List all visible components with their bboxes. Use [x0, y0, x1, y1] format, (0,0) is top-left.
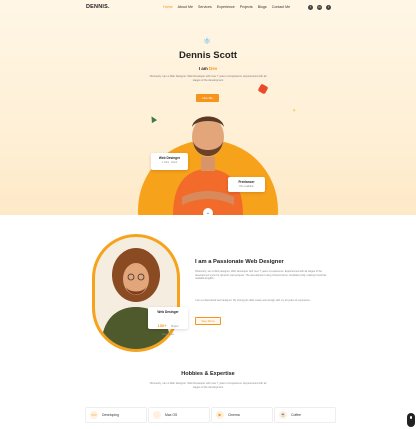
navbar: DENNIS. Home About Me Services Experienc… [0, 4, 416, 14]
about-paragraph: I am a professional web designer. My str… [195, 299, 311, 302]
film-icon: ▶ [216, 411, 224, 419]
web-designer-card: Web Desinger 1 Jobs · Client [151, 153, 188, 170]
project-unit: Project [171, 325, 179, 328]
hero-section: DENNIS. Home About Me Services Experienc… [0, 0, 416, 215]
hero-role: I am Dev [0, 66, 416, 71]
nav-item-contact[interactable]: Contact Me [272, 5, 290, 9]
apple-icon [153, 411, 161, 419]
hero-intro: Obviously I am a Web Designer. Web Devel… [149, 75, 267, 82]
hobby-label: Cinema [228, 413, 240, 417]
freelancer-card: Freelancer Hire available [228, 177, 265, 192]
scroll-down-arrow-icon[interactable]: ⌄ [203, 208, 213, 215]
hobby-label: Developing [102, 413, 119, 417]
facebook-icon[interactable]: f [308, 5, 313, 10]
nav-item-home[interactable]: Home [163, 5, 173, 9]
hobby-label: Coffee [291, 413, 301, 417]
decor-shape-green [148, 114, 158, 124]
hobby-label: Mac OS [165, 413, 178, 417]
see-more-button[interactable]: See More [195, 317, 221, 325]
hobby-card[interactable]: ▶ Cinema [211, 407, 273, 423]
star-icon: ✦ [292, 108, 297, 114]
hire-me-button[interactable]: Hire Me [196, 94, 219, 102]
about-paragraph: Obviously I am a Web designer. Web Devel… [195, 270, 327, 281]
logo[interactable]: DENNIS. [86, 4, 110, 10]
nav-item-about[interactable]: About Me [178, 5, 193, 9]
hobby-card[interactable]: </> Developing [85, 407, 147, 423]
nav-item-experience[interactable]: Experience [217, 5, 235, 9]
nav-item-projects[interactable]: Projects [240, 5, 253, 9]
card-title: Web Desinger [158, 156, 181, 160]
mouse-scroll-icon[interactable] [407, 413, 415, 427]
linkedin-icon[interactable]: in [317, 5, 322, 10]
experience-card: Web Desinger 100+ Project Experience [148, 307, 188, 336]
card-sub: 1 Jobs · Client [161, 161, 178, 164]
card-count: 100+ Project [148, 314, 188, 332]
hobbies-title: Hobbies & Expertise [181, 371, 235, 377]
nav-item-blogs[interactable]: Blogs [258, 5, 267, 9]
hobbies-subtitle: Obviously I am a Web Designer, Web Devel… [149, 382, 267, 389]
hero-name: Dennis Scott [178, 50, 238, 61]
about-title: I am a Passionate Web Designer [195, 259, 284, 265]
card-title: Freelancer [238, 180, 255, 184]
card-title: Web Desinger [157, 310, 179, 314]
card-sub: Experience [162, 333, 174, 336]
coffee-icon: ☕ [279, 411, 287, 419]
card-sub: Hire available [239, 185, 254, 188]
nav-item-services[interactable]: Services [198, 5, 212, 9]
hobby-card[interactable]: Mac OS [148, 407, 210, 423]
hero-role-highlight: Dev [209, 66, 218, 71]
react-icon: ⚛ [203, 36, 212, 46]
nav-menu: Home About Me Services Experience Projec… [163, 5, 290, 9]
social-links: f in t [308, 5, 331, 10]
hobby-card[interactable]: ☕ Coffee [274, 407, 336, 423]
hero-role-prefix: I am [198, 66, 208, 71]
decor-shape-red [257, 83, 269, 95]
project-count: 100+ [157, 323, 167, 328]
code-icon: </> [90, 411, 98, 419]
twitter-icon[interactable]: t [326, 5, 331, 10]
